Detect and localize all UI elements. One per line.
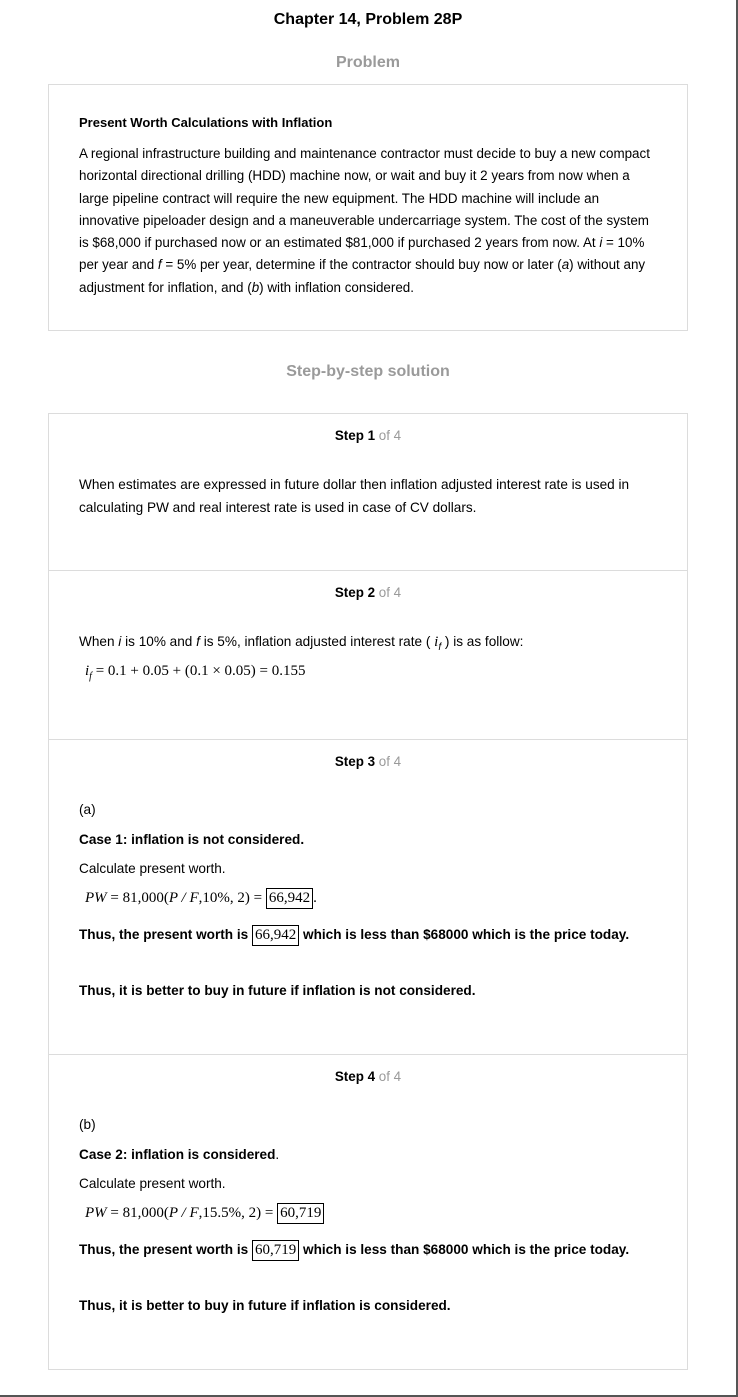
- problem-content: Present Worth Calculations with Inflatio…: [79, 115, 659, 299]
- step-1-header: Step 1 of 4: [334, 428, 402, 443]
- step-4-case: Case 2: inflation is considered.: [79, 1147, 280, 1162]
- step-3-part-label: (a): [79, 802, 96, 817]
- step-4-thus: Thus, the present worth is 60,719 which …: [79, 1238, 664, 1261]
- solution-heading: Step-by-step solution: [286, 363, 450, 380]
- step-4-part-label: (b): [79, 1117, 96, 1132]
- step-4-header: Step 4 of 4: [334, 1069, 402, 1084]
- step-2-equation: if = 0.1 + 0.05 + (0.1 × 0.05) = 0.155: [85, 663, 306, 682]
- step-3-conclusion: Thus, it is better to buy in future if i…: [79, 983, 476, 998]
- step-3-equation: PW = 81,000(P / F,10%, 2) = 66,942.: [85, 888, 317, 909]
- step-3-case: Case 1: inflation is not considered.: [79, 832, 305, 847]
- step-1-text: When estimates are expressed in future d…: [79, 477, 630, 515]
- problem-heading: Problem: [335, 54, 400, 71]
- step-4-value-box: 60,719: [251, 1240, 300, 1261]
- step-4-calc-label: Calculate present worth.: [79, 1176, 226, 1191]
- step-4-result-box: 60,719: [277, 1203, 325, 1224]
- step-3: Step 3 of 4 (a) Case 1: inflation is not…: [49, 740, 687, 1055]
- problem-box: Present Worth Calculations with Inflatio…: [48, 84, 688, 331]
- chapter-title: Chapter 14, Problem 28P: [273, 11, 463, 28]
- step-3-value-box: 66,942: [251, 925, 300, 946]
- step-2: Step 2 of 4 When i is 10% and f is 5%, i…: [49, 571, 687, 740]
- step-2-text: When i is 10% and f is 5%, inflation adj…: [79, 634, 524, 653]
- step-1: Step 1 of 4 When estimates are expressed…: [49, 414, 687, 571]
- solution-box: Step 1 of 4 When estimates are expressed…: [48, 413, 688, 1370]
- step-4-conclusion: Thus, it is better to buy in future if i…: [79, 1298, 451, 1313]
- step-4: Step 4 of 4 (b) Case 2: inflation is con…: [49, 1055, 687, 1369]
- problem-statement: A regional infrastructure building and m…: [79, 146, 650, 295]
- problem-title: Present Worth Calculations with Inflatio…: [79, 115, 333, 130]
- step-4-equation: PW = 81,000(P / F,15.5%, 2) = 60,719: [85, 1203, 325, 1224]
- step-3-header: Step 3 of 4: [334, 754, 402, 769]
- step-3-thus: Thus, the present worth is 66,942 which …: [79, 923, 664, 946]
- step-2-header: Step 2 of 4: [334, 585, 402, 600]
- step-3-result-box: 66,942: [265, 888, 314, 909]
- step-3-calc-label: Calculate present worth.: [79, 861, 226, 876]
